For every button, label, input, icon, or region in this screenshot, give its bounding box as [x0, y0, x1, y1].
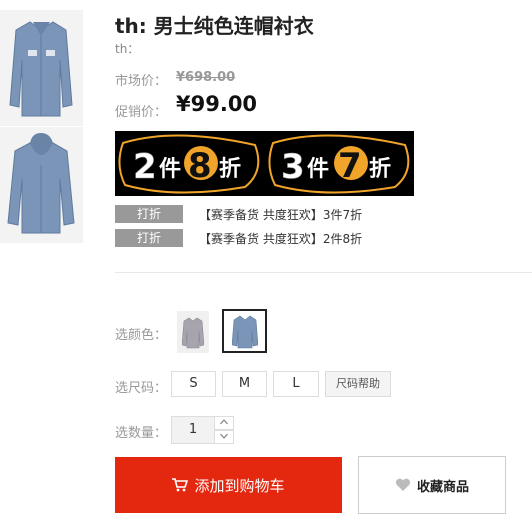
- product-subtitle: th：: [115, 42, 140, 56]
- color-option-grey[interactable]: [177, 311, 209, 353]
- promo-price-label: 促销价：: [115, 105, 168, 120]
- color-option-blue[interactable]: [222, 309, 267, 353]
- banner-right-word1: 件: [307, 157, 329, 182]
- size-label: 选尺码：: [115, 381, 168, 396]
- section-divider: [115, 272, 532, 273]
- chevron-down-icon[interactable]: [215, 430, 234, 444]
- add-to-cart-label: 添加到购物车: [194, 476, 285, 495]
- banner-left-word1: 件: [159, 157, 181, 182]
- promo-price: ¥99.00: [176, 92, 258, 116]
- shirt-icon: [0, 10, 83, 126]
- thumbnail-front[interactable]: [0, 10, 83, 126]
- banner-right-num: 3: [281, 147, 305, 187]
- thumbnail-back[interactable]: [0, 127, 83, 243]
- shirt-icon: [231, 315, 258, 349]
- quantity-label: 选数量：: [115, 426, 168, 441]
- banner-left-num: 2: [133, 147, 157, 187]
- chevron-up-icon[interactable]: [215, 416, 234, 430]
- cart-icon: [172, 478, 189, 492]
- promotion-tag: 打折: [115, 229, 183, 247]
- product-title: th: 男士纯色连帽衬衣: [115, 14, 314, 38]
- promotion-text: 【赛季备货 共度狂欢】3件7折: [199, 207, 363, 222]
- banner-left-highlight: 8: [188, 146, 212, 186]
- quantity-input[interactable]: 1: [171, 416, 215, 444]
- banner-right-word2: 折: [369, 157, 391, 182]
- market-price-label: 市场价：: [115, 74, 168, 89]
- promotion-item: 打折 【赛季备货 共度狂欢】2件8折: [115, 229, 362, 247]
- favorite-label: 收藏商品: [416, 479, 469, 495]
- promotion-tag: 打折: [115, 205, 183, 223]
- add-to-cart-button[interactable]: 添加到购物车: [115, 457, 342, 513]
- promotion-item: 打折 【赛季备货 共度狂欢】3件7折: [115, 205, 362, 223]
- size-option-l[interactable]: L: [273, 371, 319, 397]
- banner-left-word2: 折: [219, 157, 241, 182]
- favorite-button[interactable]: 收藏商品: [358, 456, 506, 514]
- promo-banner[interactable]: 2 件 8 折 3 件 7 折: [115, 131, 414, 196]
- shirt-icon: [0, 127, 83, 243]
- shirt-icon: [182, 317, 204, 349]
- size-help-button[interactable]: 尺码帮助: [325, 371, 391, 397]
- size-option-s[interactable]: S: [171, 371, 216, 397]
- size-option-m[interactable]: M: [222, 371, 267, 397]
- color-label: 选颜色：: [115, 328, 168, 343]
- banner-right-highlight: 7: [338, 146, 362, 186]
- promotion-text: 【赛季备货 共度狂欢】2件8折: [199, 231, 363, 246]
- market-price: ¥698.00: [176, 70, 236, 85]
- heart-icon: [395, 478, 411, 492]
